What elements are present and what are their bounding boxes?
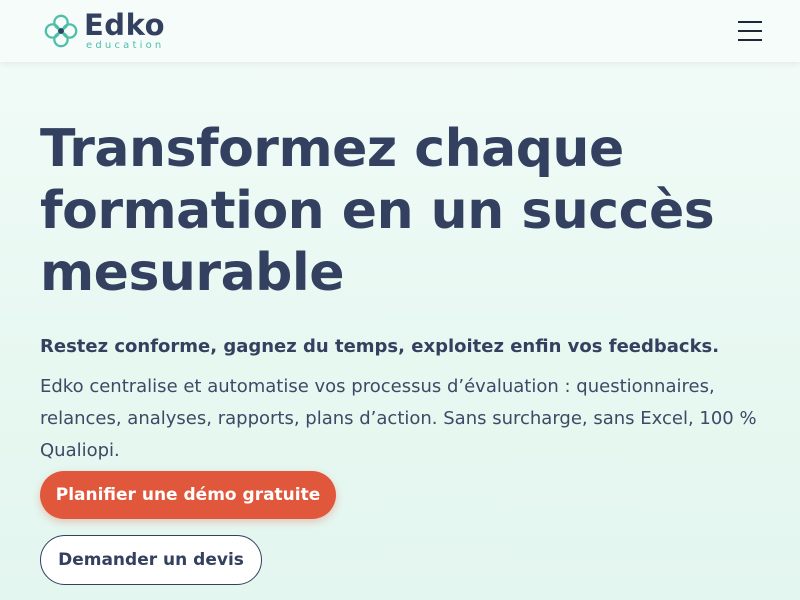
- request-quote-button[interactable]: Demander un devis: [40, 535, 262, 585]
- brand-name: Edko: [84, 8, 165, 42]
- brand-logo-link[interactable]: Edko education: [42, 11, 165, 51]
- brand-subtitle: education: [86, 40, 165, 51]
- site-header: Edko education: [0, 0, 800, 62]
- hamburger-menu-icon[interactable]: [738, 20, 764, 42]
- clover-knot-logo-icon: [44, 14, 78, 48]
- page: Edko education Transformez chaque format…: [0, 0, 800, 600]
- hero-headline: Transformez chaque formation en un succè…: [40, 119, 715, 303]
- hero-description: Edko centralise et automatise vos proces…: [40, 376, 757, 461]
- hero-subtitle: Restez conforme, gagnez du temps, exploi…: [40, 336, 720, 357]
- plan-demo-button[interactable]: Planifier une démo gratuite: [40, 471, 336, 519]
- hero-section: Transformez chaque formation en un succè…: [40, 118, 770, 585]
